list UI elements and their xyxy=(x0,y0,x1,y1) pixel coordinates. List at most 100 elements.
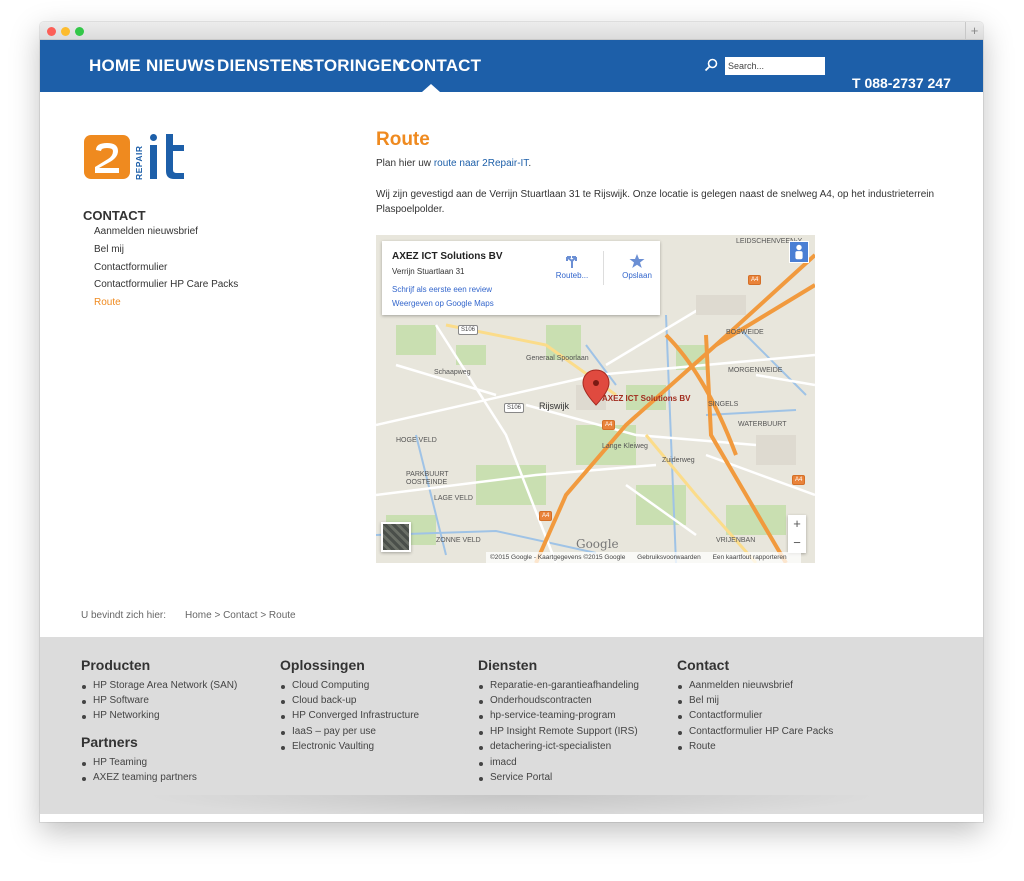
map-label-hoge-veld: HOGE VELD xyxy=(396,437,437,444)
map-zoom-control: + − xyxy=(788,515,806,553)
route-button-label: Routeb... xyxy=(555,271,589,280)
footer-link[interactable]: HP Teaming xyxy=(81,757,147,768)
nav-diensten[interactable]: DIENSTEN xyxy=(217,56,305,76)
footer-heading-partners: Partners xyxy=(81,734,138,750)
save-button[interactable]: Opslaan xyxy=(612,253,662,280)
map-label-generaal-spoorlaan: Generaal Spoorlaan xyxy=(526,355,589,362)
route-link[interactable]: route naar 2Repair-IT xyxy=(434,158,529,169)
write-review-link[interactable]: Schrijf als eerste een review xyxy=(392,285,492,294)
satellite-toggle[interactable] xyxy=(381,522,411,552)
logo-repair-text: REPAIR xyxy=(134,146,144,181)
road-shield-s106: S106 xyxy=(504,403,525,413)
map-label-vrijenban: VRIJENBAN xyxy=(716,537,756,544)
footer-link[interactable]: Cloud back-up xyxy=(280,695,356,706)
maximize-window-button[interactable] xyxy=(75,27,84,36)
footer-heading-oplossingen: Oplossingen xyxy=(280,657,365,673)
map-label-zonne-veld: ZONNE VELD xyxy=(436,537,481,544)
breadcrumb[interactable]: Home > Contact > Route xyxy=(185,610,296,621)
road-shield-a4: A4 xyxy=(539,511,553,521)
place-name: AXEZ ICT Solutions BV xyxy=(392,251,503,262)
nav-home[interactable]: HOME xyxy=(89,56,141,76)
new-tab-button[interactable]: + xyxy=(965,22,983,40)
nav-contact[interactable]: CONTACT xyxy=(398,56,481,76)
terms-of-use-link[interactable]: Gebruiksvoorwaarden xyxy=(637,554,701,561)
active-nav-indicator xyxy=(422,84,440,92)
road-shield-a4: A4 xyxy=(602,420,616,430)
map-marker-label[interactable]: AXEZ ICT Solutions BV xyxy=(602,394,690,403)
footer-link[interactable]: HP Converged Infrastructure xyxy=(280,710,419,721)
map-label-waterbuurt: WATERBUURT xyxy=(738,421,787,428)
footer-link[interactable]: Contactformulier xyxy=(677,710,762,721)
footer-heading-diensten: Diensten xyxy=(478,657,538,673)
sidebar-item-bel-mij[interactable]: Bel mij xyxy=(94,244,124,255)
browser-window: + HOME NIEUWS DIENSTEN STORINGEN CONTACT… xyxy=(40,22,983,822)
map-label-lage-veld: LAGE VELD xyxy=(434,495,473,502)
location-paragraph: Wij zijn gevestigd aan de Verrijn Stuart… xyxy=(376,189,935,215)
sidebar-item-contactformulier-hp-care-packs[interactable]: Contactformulier HP Care Packs xyxy=(94,279,238,290)
place-address: Verrijn Stuartlaan 31 xyxy=(392,267,465,276)
footer-link[interactable]: HP Insight Remote Support (IRS) xyxy=(478,726,638,737)
window-titlebar: + xyxy=(40,22,983,40)
footer-link[interactable]: Electronic Vaulting xyxy=(280,741,374,752)
footer-link[interactable]: Contactformulier HP Care Packs xyxy=(677,726,833,737)
nav-nieuws[interactable]: NIEUWS xyxy=(146,56,215,76)
google-map[interactable]: Rijswijk HOGE VELD PARKBUURT OOSTEINDE L… xyxy=(376,235,815,563)
nav-storingen[interactable]: STORINGEN xyxy=(302,56,405,76)
map-label-parkbuurt: PARKBUURT OOSTEINDE xyxy=(406,471,449,486)
footer-link[interactable]: HP Software xyxy=(81,695,149,706)
footer-heading-producten: Producten xyxy=(81,657,151,673)
zoom-out-button[interactable]: − xyxy=(788,534,806,553)
close-window-button[interactable] xyxy=(47,27,56,36)
phone-number[interactable]: T 088-2737 247 xyxy=(852,75,951,91)
window-bottom-strip xyxy=(40,814,983,822)
map-label-rijswijk: Rijswijk xyxy=(539,401,569,411)
map-label-bosweide: BOSWEIDE xyxy=(726,329,764,336)
map-label-singels: SINGELS xyxy=(708,401,739,408)
route-button[interactable]: Routeb... xyxy=(547,253,597,280)
footer-link[interactable]: Service Portal xyxy=(478,772,552,783)
map-label-schaapweg: Schaapweg xyxy=(434,369,471,376)
view-on-google-maps-link[interactable]: Weergeven op Google Maps xyxy=(392,299,494,308)
site-footer: Producten HP Storage Area Network (SAN) … xyxy=(40,637,983,822)
directions-icon xyxy=(566,256,577,268)
map-label-lange-kleiweg: Lange Kleiweg xyxy=(602,443,648,450)
search-icon[interactable] xyxy=(704,58,718,72)
footer-heading-contact: Contact xyxy=(677,657,730,673)
footer-link[interactable]: HP Storage Area Network (SAN) xyxy=(81,680,237,691)
footer-link[interactable]: Route xyxy=(677,741,716,752)
footer-link[interactable]: imacd xyxy=(478,757,517,768)
footer-link[interactable]: Aanmelden nieuwsbrief xyxy=(677,680,793,691)
footer-link[interactable]: Onderhoudscontracten xyxy=(478,695,592,706)
sidebar-heading: CONTACT xyxy=(83,208,146,223)
street-view-pegman-icon[interactable] xyxy=(789,241,809,263)
footer-link[interactable]: detachering-ict-specialisten xyxy=(478,741,611,752)
info-card-divider xyxy=(603,251,604,285)
report-map-error-link[interactable]: Een kaartfout rapporteren xyxy=(713,554,787,561)
intro-paragraph: Plan hier uw route naar 2Repair-IT. xyxy=(376,156,936,171)
main-navigation: HOME NIEUWS DIENSTEN STORINGEN CONTACT T… xyxy=(40,40,983,92)
map-attribution: ©2015 Google - Kaartgegevens ©2015 Googl… xyxy=(486,552,801,563)
map-label-morgenweide: MORGENWEIDE xyxy=(728,367,783,374)
footer-link[interactable]: Reparatie-en-garantieafhandeling xyxy=(478,680,639,691)
footer-link[interactable]: IaaS – pay per use xyxy=(280,726,376,737)
search-input[interactable] xyxy=(725,57,825,75)
sidebar-item-contactformulier[interactable]: Contactformulier xyxy=(94,262,167,273)
footer-link[interactable]: AXEZ teaming partners xyxy=(81,772,197,783)
minimize-window-button[interactable] xyxy=(61,27,70,36)
map-copyright: ©2015 Google - Kaartgegevens ©2015 Googl… xyxy=(490,554,626,561)
sidebar-item-route[interactable]: Route xyxy=(94,297,121,308)
footer-link[interactable]: Cloud Computing xyxy=(280,680,369,691)
breadcrumb-label: U bevindt zich hier: xyxy=(81,610,167,621)
company-logo[interactable]: REPAIR xyxy=(84,132,200,184)
zoom-in-button[interactable]: + xyxy=(788,515,806,534)
footer-link[interactable]: HP Networking xyxy=(81,710,160,721)
star-icon xyxy=(629,254,645,268)
footer-link[interactable]: hp-service-teaming-program xyxy=(478,710,616,721)
intro-text: Plan hier uw xyxy=(376,158,434,169)
sidebar-item-aanmelden-nieuwsbrief[interactable]: Aanmelden nieuwsbrief xyxy=(94,226,198,237)
intro-suffix: . xyxy=(528,158,532,169)
map-label-zuiderweg: Zuiderweg xyxy=(662,457,695,464)
road-shield-s106: S106 xyxy=(458,325,479,335)
footer-link[interactable]: Bel mij xyxy=(677,695,719,706)
road-shield-a4: A4 xyxy=(792,475,806,485)
